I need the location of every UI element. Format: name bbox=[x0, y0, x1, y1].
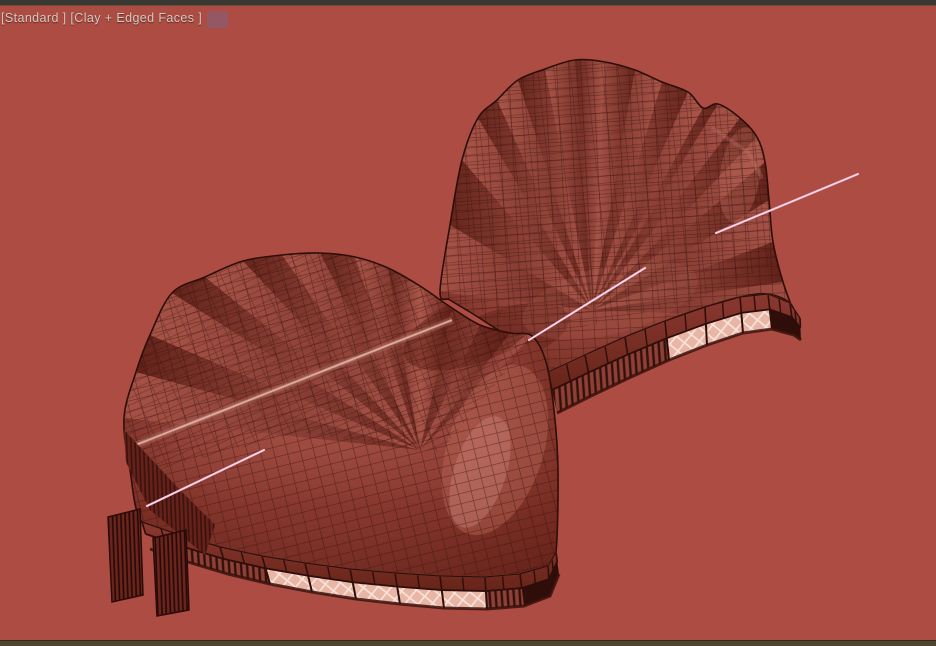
viewport-bottom-border bbox=[0, 640, 936, 646]
viewport-top-border bbox=[0, 0, 936, 6]
viewport-shading-label[interactable]: [Standard ] [Clay + Edged Faces ] bbox=[1, 11, 202, 25]
viewport-3d[interactable]: [Standard ] [Clay + Edged Faces ] bbox=[0, 0, 936, 646]
viewport-canvas[interactable] bbox=[0, 0, 936, 646]
selection-region-box bbox=[207, 11, 228, 28]
